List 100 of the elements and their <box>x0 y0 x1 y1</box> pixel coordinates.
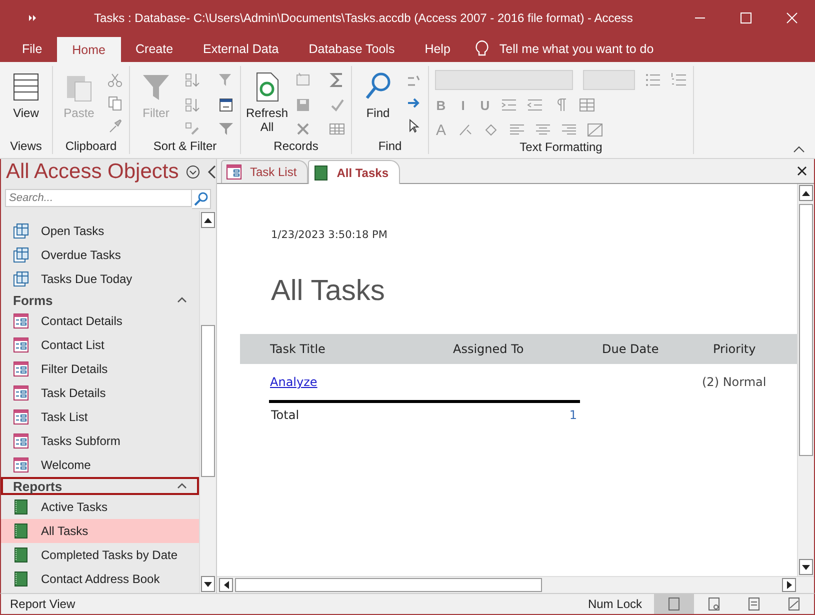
ribbon-tab[interactable]: Home <box>57 37 120 62</box>
delete-icon[interactable] <box>295 121 311 138</box>
nav-item[interactable]: Open Tasks <box>1 219 199 243</box>
gridlines-icon[interactable] <box>579 97 595 113</box>
form-icon <box>13 433 29 449</box>
document-tab[interactable]: Task List <box>221 160 308 183</box>
form-icon <box>226 164 242 180</box>
nav-item[interactable]: Active Tasks <box>1 495 199 519</box>
scrollbar-thumb[interactable] <box>201 325 215 477</box>
report-icon <box>13 523 29 539</box>
scroll-down-icon[interactable] <box>799 559 813 575</box>
maximize-icon[interactable] <box>740 12 752 24</box>
table-cell: (2) Normal <box>702 375 766 389</box>
nav-group-header[interactable]: Forms <box>1 291 199 309</box>
column-header: Priority <box>713 342 757 356</box>
close-icon[interactable] <box>786 12 798 24</box>
ribbon-button[interactable]: Find <box>358 70 398 139</box>
table-view-icon <box>12 72 40 102</box>
save-icon[interactable] <box>295 96 311 113</box>
advanced-filter-icon[interactable] <box>218 96 234 113</box>
report-view-icon[interactable] <box>654 594 694 614</box>
nav-item[interactable]: Tasks Subform <box>1 429 199 453</box>
indent-icon[interactable] <box>501 97 517 113</box>
nav-item[interactable]: Overdue Tasks <box>1 243 199 267</box>
scrollbar-thumb[interactable] <box>235 578 542 592</box>
selection-filter-icon[interactable] <box>218 72 234 88</box>
brush-icon[interactable] <box>107 118 123 134</box>
scroll-right-icon[interactable] <box>782 578 796 592</box>
sum-icon[interactable] <box>329 72 345 88</box>
ribbon-tab[interactable]: Database Tools <box>294 36 410 62</box>
numbered-list-icon[interactable] <box>671 72 687 88</box>
search-icon[interactable] <box>192 189 211 209</box>
nav-item[interactable]: Contact List <box>1 333 199 357</box>
task-link[interactable]: Analyze <box>270 375 318 389</box>
nav-item[interactable]: Task List <box>1 405 199 429</box>
tell-me-field[interactable]: Tell me what you want to do <box>475 36 654 62</box>
sort-descending-icon[interactable] <box>184 96 200 113</box>
ribbon-tab[interactable]: External Data <box>188 36 294 62</box>
report-date: 1/23/2023 3:50:18 PM <box>271 229 388 241</box>
report-icon <box>13 571 29 587</box>
remove-sort-icon[interactable] <box>184 121 200 138</box>
outdent-icon[interactable] <box>527 97 543 113</box>
group-label: Records <box>272 139 320 154</box>
bullet-list-icon[interactable] <box>645 72 661 88</box>
chevron-icon <box>177 483 187 489</box>
form-icon <box>13 313 29 329</box>
query-icon <box>13 271 29 287</box>
sort-ascending-icon[interactable] <box>184 72 200 88</box>
ribbon-tab[interactable]: File <box>7 36 58 62</box>
quick-access-icon[interactable] <box>28 14 38 22</box>
scrollbar-thumb[interactable] <box>799 204 813 456</box>
dropdown-icon[interactable] <box>186 165 200 179</box>
collapse-pane-icon[interactable] <box>206 165 217 179</box>
horizontal-scrollbar[interactable] <box>217 576 814 593</box>
ribbon-tab[interactable]: Create <box>120 36 188 62</box>
report-icon <box>13 547 29 563</box>
document-tab[interactable]: All Tasks <box>308 160 400 184</box>
scroll-left-icon[interactable] <box>219 578 233 592</box>
vertical-scrollbar[interactable] <box>199 211 216 593</box>
report-icon <box>312 164 329 180</box>
group-label: Clipboard <box>64 139 118 154</box>
report-title: All Tasks <box>271 275 386 308</box>
grid-icon[interactable] <box>329 121 345 138</box>
column-header: Task Title <box>270 342 326 356</box>
new-record-icon[interactable] <box>295 72 311 88</box>
scroll-down-icon[interactable] <box>201 576 215 592</box>
status-indicator: Num Lock <box>588 597 642 611</box>
nav-item[interactable]: Contact Address Book <box>1 567 199 591</box>
nav-item[interactable]: All Tasks <box>1 519 199 543</box>
nav-group-header[interactable]: Reports <box>1 477 199 495</box>
magnifier-icon <box>364 72 392 102</box>
form-icon <box>13 361 29 377</box>
column-header: Due Date <box>602 342 660 356</box>
nav-pane-title[interactable]: All Access Objects <box>6 160 179 184</box>
search-field[interactable]: Search... <box>5 189 192 207</box>
scissors-icon[interactable] <box>107 72 123 88</box>
query-icon <box>13 223 29 239</box>
scroll-up-icon[interactable] <box>799 185 813 201</box>
nav-item[interactable]: Task Details <box>1 381 199 405</box>
nav-item[interactable]: Tasks Due Today <box>1 267 199 291</box>
copy-icon[interactable] <box>107 95 123 111</box>
spelling-check-icon[interactable] <box>329 96 345 113</box>
nav-item[interactable]: Welcome <box>1 453 199 477</box>
window-title: Tasks : Database- C:\Users\Admin\Documents\Tasks.accdb (Access 2007 - 2016 file format) - Access <box>94 11 634 25</box>
nav-item[interactable]: Filter Details <box>1 357 199 381</box>
nav-item[interactable]: Contact Details <box>1 309 199 333</box>
ribbon-button[interactable]: Refresh All <box>247 70 287 139</box>
ribbon-button[interactable]: View <box>6 70 46 139</box>
funnel-icon[interactable] <box>218 121 234 138</box>
vertical-scrollbar[interactable] <box>797 184 814 576</box>
total-value: 1 <box>569 408 577 422</box>
close-document-icon[interactable] <box>797 166 807 176</box>
alternate-fill-icon[interactable] <box>587 122 603 138</box>
report-icon <box>13 499 29 515</box>
nav-item[interactable]: Completed Tasks by Date <box>1 543 199 567</box>
collapse-ribbon-icon[interactable] <box>793 145 805 153</box>
ribbon-tab[interactable]: Help <box>410 36 466 62</box>
scroll-up-icon[interactable] <box>201 212 215 228</box>
status-text: Report View <box>10 597 76 611</box>
lightbulb-icon <box>475 40 490 58</box>
